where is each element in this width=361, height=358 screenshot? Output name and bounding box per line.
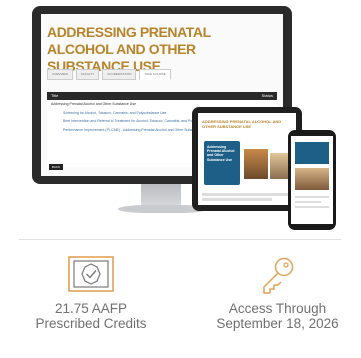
access-date: September 18, 2026 — [216, 316, 339, 331]
credits-label: 21.75 AAFP Prescribed Credits — [20, 301, 162, 331]
tablet-card-text: Addressing Prenatal Alcohol and Other Su… — [207, 145, 235, 162]
course-title: ADDRESSING PRENATAL ALCOHOL AND OTHER SU… — [47, 24, 211, 74]
tab-accreditation[interactable]: ACCREDITATION — [102, 69, 137, 80]
tab-take-course[interactable]: TAKE COURSE — [139, 69, 171, 80]
key-icon — [263, 257, 294, 294]
tablet-photo — [244, 149, 268, 179]
phone-device — [288, 130, 336, 230]
table-header-title: Title — [51, 93, 59, 98]
credits-amount: 21.75 AAFP — [54, 301, 128, 316]
back-button[interactable]: BACK — [49, 164, 63, 170]
course-tabs: OVERVIEW FACULTY ACCREDITATION TAKE COUR… — [47, 69, 171, 80]
table-header-status: Status — [261, 93, 273, 98]
tablet-text-line — [202, 198, 272, 201]
phone-photo — [295, 168, 329, 190]
credits-type: Prescribed Credits — [35, 316, 147, 331]
tablet-course-title: ADDRESSING PRENATAL ALCOHOL AND OTHER SU… — [202, 119, 282, 129]
phone-text-line — [295, 206, 329, 208]
access-label: Access Through September 18, 2026 — [200, 301, 355, 331]
tablet-photo-secondary — [270, 153, 290, 179]
tablet-screen: ADDRESSING PRENATAL ALCOHOL AND OTHER SU… — [198, 113, 296, 205]
section-divider — [19, 239, 341, 240]
tablet-course-card: Addressing Prenatal Alcohol and Other Su… — [204, 141, 240, 185]
certificate-icon — [68, 256, 114, 292]
tablet-text-line — [202, 193, 292, 196]
phone-text-line — [295, 196, 329, 198]
access-heading: Access Through — [228, 301, 327, 316]
tab-faculty[interactable]: FACULTY — [76, 69, 100, 80]
phone-course-card — [295, 142, 329, 164]
tab-overview[interactable]: OVERVIEW — [47, 69, 74, 80]
phone-text-line — [295, 201, 321, 203]
phone-screen — [291, 136, 333, 224]
table-header: Title Status — [47, 92, 277, 100]
tablet-device: ADDRESSING PRENATAL ALCOHOL AND OTHER SU… — [192, 107, 302, 211]
